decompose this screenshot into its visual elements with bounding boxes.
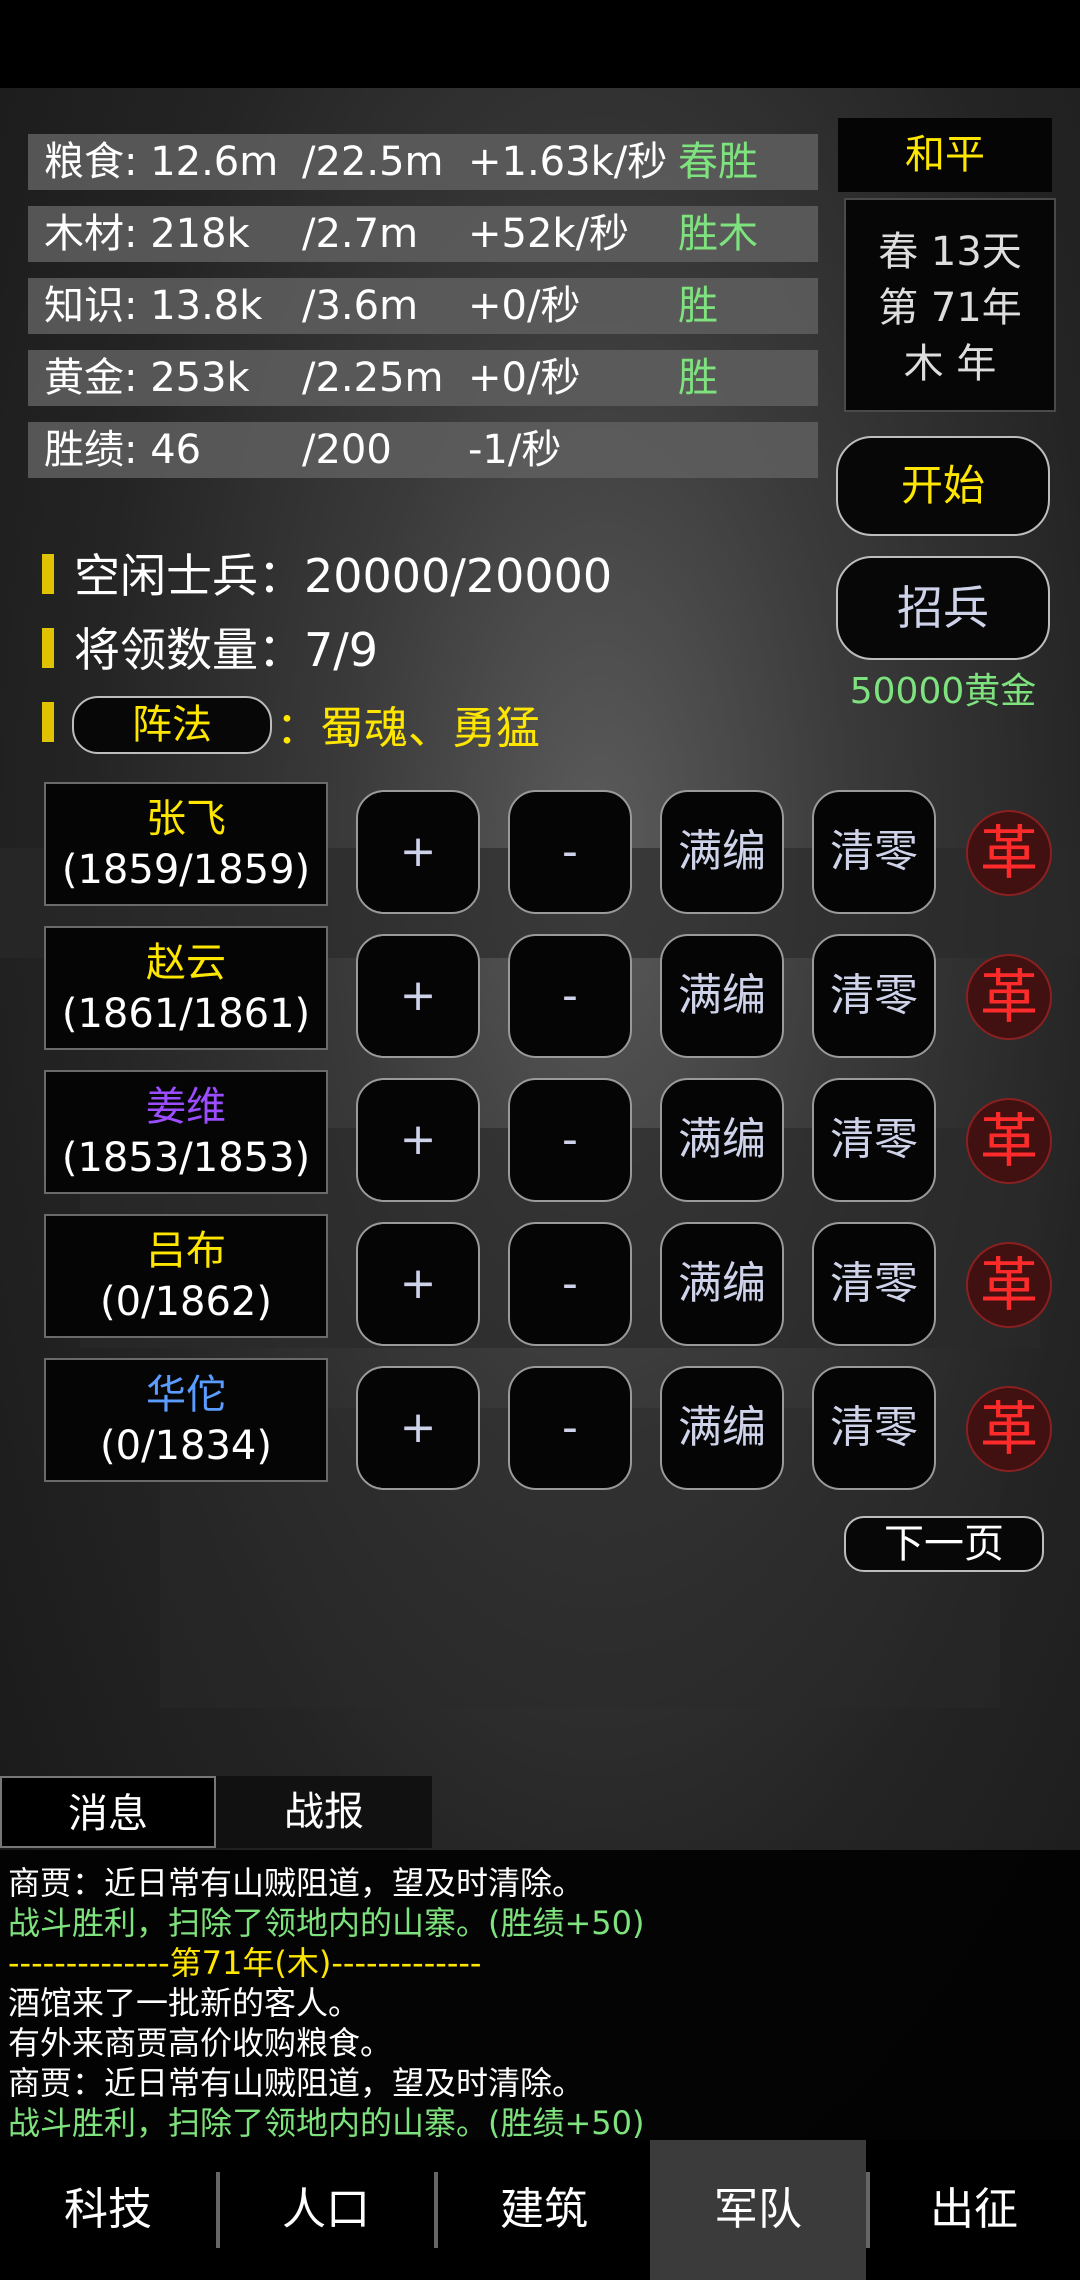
dismiss-general-button[interactable]: 革 bbox=[966, 1242, 1052, 1328]
nav-technology[interactable]: 科技 bbox=[0, 2140, 216, 2280]
dismiss-general-button[interactable]: 革 bbox=[966, 954, 1052, 1040]
fill-troops-button[interactable]: 满编 bbox=[660, 934, 784, 1058]
nav-expedition[interactable]: 出征 bbox=[868, 2140, 1080, 2280]
recruit-cost: 50000黄金 bbox=[849, 671, 1037, 712]
remove-troops-button[interactable]: - bbox=[508, 1222, 632, 1346]
general-card-zhangfei[interactable]: 张飞 (1859/1859) bbox=[44, 782, 328, 906]
resource-amount: 粮食: 12.6m bbox=[44, 139, 279, 185]
clear-troops-button[interactable]: 清零 bbox=[812, 1366, 936, 1490]
resource-row-victories: 胜绩: 46 /200 -1/秒 bbox=[28, 422, 818, 478]
resource-row-food: 粮食: 12.6m /22.5m +1.63k/秒 春胜 bbox=[28, 134, 818, 190]
bullet-marker bbox=[42, 702, 54, 742]
remove-troops-button[interactable]: - bbox=[508, 790, 632, 914]
clear-troops-button[interactable]: 清零 bbox=[812, 790, 936, 914]
general-name: 华佗 bbox=[146, 1372, 226, 1418]
clear-troops-button[interactable]: 清零 bbox=[812, 1222, 936, 1346]
resource-rate: +0/秒 bbox=[468, 355, 581, 401]
general-troops: (1859/1859) bbox=[61, 847, 311, 893]
message-log: 商贾：近日常有山贼阻道，望及时清除。 战斗胜利，扫除了领地内的山寨。(胜绩+50… bbox=[0, 1850, 1080, 2142]
resource-amount: 知识: 13.8k bbox=[44, 283, 263, 329]
formation-value: ：蜀魂、勇猛 bbox=[276, 703, 540, 754]
dismiss-general-button[interactable]: 革 bbox=[966, 1098, 1052, 1184]
start-button[interactable]: 开始 bbox=[836, 436, 1050, 536]
resource-rate: +1.63k/秒 bbox=[468, 139, 668, 185]
add-troops-button[interactable]: + bbox=[356, 1222, 480, 1346]
resource-bonus: 胜木 bbox=[678, 211, 758, 257]
resource-amount: 黄金: 253k bbox=[44, 355, 250, 401]
add-troops-button[interactable]: + bbox=[356, 1078, 480, 1202]
general-card-huatuo[interactable]: 华佗 (0/1834) bbox=[44, 1358, 328, 1482]
next-page-button[interactable]: 下一页 bbox=[844, 1516, 1044, 1572]
fill-troops-button[interactable]: 满编 bbox=[660, 790, 784, 914]
resource-rate: -1/秒 bbox=[468, 427, 562, 473]
nav-buildings[interactable]: 建筑 bbox=[436, 2140, 652, 2280]
idle-soldiers: 空闲士兵：20000/20000 bbox=[74, 549, 613, 603]
general-card-jiangwei[interactable]: 姜维 (1853/1853) bbox=[44, 1070, 328, 1194]
general-troops: (1853/1853) bbox=[61, 1135, 311, 1181]
resource-bonus: 胜 bbox=[678, 283, 718, 329]
formation-button[interactable]: 阵法 bbox=[72, 696, 272, 754]
bottom-nav: 科技 人口 建筑 军队 出征 bbox=[0, 2140, 1080, 2280]
remove-troops-button[interactable]: - bbox=[508, 934, 632, 1058]
season-day: 春 13天 bbox=[878, 229, 1022, 275]
general-card-zhaoyun[interactable]: 赵云 (1861/1861) bbox=[44, 926, 328, 1050]
remove-troops-button[interactable]: - bbox=[508, 1366, 632, 1490]
dismiss-general-button[interactable]: 革 bbox=[966, 1386, 1052, 1472]
element-year: 木 年 bbox=[903, 341, 997, 387]
general-troops: (0/1862) bbox=[100, 1279, 272, 1325]
tab-battle-report[interactable]: 战报 bbox=[216, 1776, 432, 1848]
clear-troops-button[interactable]: 清零 bbox=[812, 934, 936, 1058]
resource-cap: /2.7m bbox=[302, 211, 419, 257]
general-name: 吕布 bbox=[146, 1228, 226, 1274]
nav-population[interactable]: 人口 bbox=[218, 2140, 434, 2280]
status-bar bbox=[0, 0, 1080, 88]
add-troops-button[interactable]: + bbox=[356, 790, 480, 914]
resource-cap: /3.6m bbox=[302, 283, 419, 329]
bullet-marker bbox=[42, 628, 54, 668]
bullet-marker bbox=[42, 554, 54, 594]
add-troops-button[interactable]: + bbox=[356, 934, 480, 1058]
date-panel: 春 13天 第 71年 木 年 bbox=[844, 198, 1056, 412]
year-label: 第 71年 bbox=[878, 285, 1022, 331]
general-count: 将领数量：7/9 bbox=[74, 623, 379, 677]
add-troops-button[interactable]: + bbox=[356, 1366, 480, 1490]
resource-amount: 木材: 218k bbox=[44, 211, 250, 257]
fill-troops-button[interactable]: 满编 bbox=[660, 1366, 784, 1490]
general-name: 姜维 bbox=[146, 1084, 226, 1130]
resource-cap: /22.5m bbox=[302, 139, 444, 185]
fill-troops-button[interactable]: 满编 bbox=[660, 1078, 784, 1202]
peace-status: 和平 bbox=[838, 118, 1052, 192]
fill-troops-button[interactable]: 满编 bbox=[660, 1222, 784, 1346]
resource-rate: +52k/秒 bbox=[468, 211, 630, 257]
clear-troops-button[interactable]: 清零 bbox=[812, 1078, 936, 1202]
general-name: 赵云 bbox=[146, 940, 226, 986]
general-troops: (0/1834) bbox=[100, 1423, 272, 1469]
resource-bonus: 春胜 bbox=[678, 139, 758, 185]
resource-bonus: 胜 bbox=[678, 355, 718, 401]
nav-army[interactable]: 军队 bbox=[650, 2140, 866, 2280]
resource-amount: 胜绩: 46 bbox=[44, 427, 202, 473]
resource-row-knowledge: 知识: 13.8k /3.6m +0/秒 胜 bbox=[28, 278, 818, 334]
dismiss-general-button[interactable]: 革 bbox=[966, 810, 1052, 896]
log-line: 战斗胜利，扫除了领地内的山寨。(胜绩+50) bbox=[8, 2104, 645, 2142]
remove-troops-button[interactable]: - bbox=[508, 1078, 632, 1202]
tab-messages[interactable]: 消息 bbox=[0, 1776, 216, 1848]
recruit-button[interactable]: 招兵 bbox=[836, 556, 1050, 660]
general-troops: (1861/1861) bbox=[61, 991, 311, 1037]
resource-cap: /2.25m bbox=[302, 355, 444, 401]
general-card-lvbu[interactable]: 吕布 (0/1862) bbox=[44, 1214, 328, 1338]
resource-cap: /200 bbox=[302, 427, 392, 473]
resource-row-gold: 黄金: 253k /2.25m +0/秒 胜 bbox=[28, 350, 818, 406]
resource-rate: +0/秒 bbox=[468, 283, 581, 329]
general-name: 张飞 bbox=[146, 796, 226, 842]
resource-row-wood: 木材: 218k /2.7m +52k/秒 胜木 bbox=[28, 206, 818, 262]
